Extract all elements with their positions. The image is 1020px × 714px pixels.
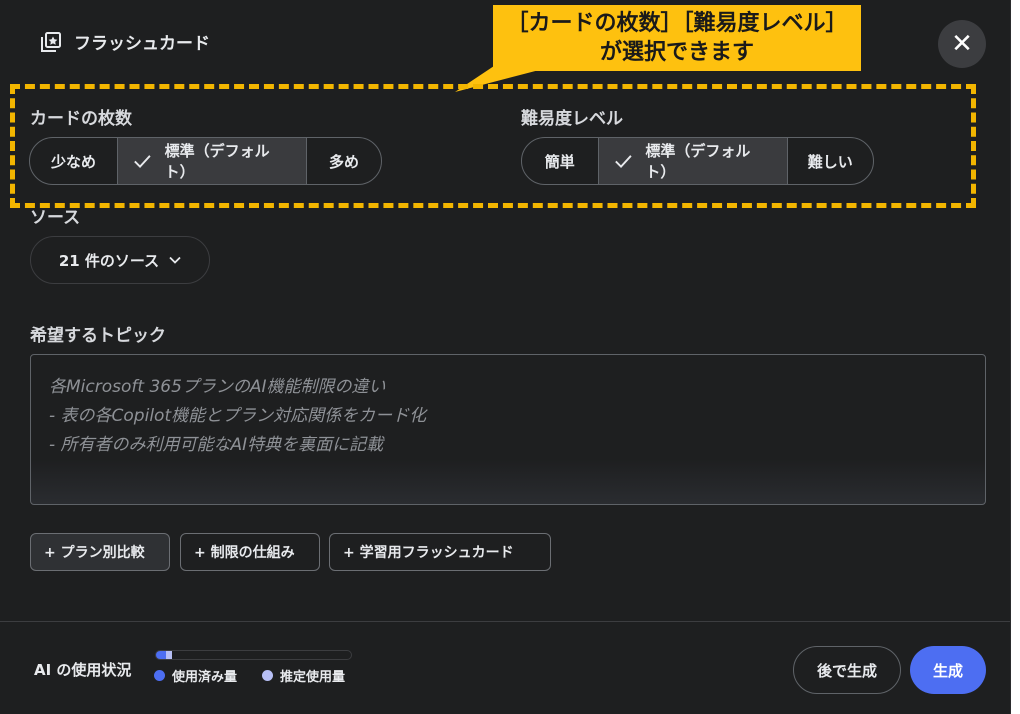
usage-bar [155,650,352,660]
chevron-down-icon [169,256,181,264]
topic-label: 希望するトピック [30,326,166,346]
legend-used: 使用済み量 [154,666,237,685]
placeholder-line: - 表の各Copilot機能とプラン対応関係をカード化 [49,406,427,426]
flashcard-icon [41,31,61,52]
topic-textarea[interactable]: 各Microsoft 365プランのAI機能制限の違い - 表の各Copilot… [30,354,986,505]
usage-estimated-fill [165,651,172,659]
annotation-callout: ［カードの枚数］［難易度レベル］ が選択できます [493,5,861,71]
dialog-footer: AI の使用状況 使用済み量 推定使用量 後で生成 生成 [0,621,1010,714]
generate-later-button[interactable]: 後で生成 [793,646,901,694]
dialog-header: フラッシュカード [40,29,210,54]
sources-count: 21 件のソース [58,251,160,270]
legend-used-label: 使用済み量 [172,670,238,685]
legend-estimated-label: 推定使用量 [280,670,346,685]
annotation-highlight-frame [10,84,976,208]
suggestion-chip-study-flashcards[interactable]: + 学習用フラッシュカード [329,533,551,571]
placeholder-line: 各Microsoft 365プランのAI機能制限の違い [49,377,386,397]
suggestion-chip-limit-mechanism[interactable]: + 制限の仕組み [180,533,320,571]
suggestion-chip-plan-comparison[interactable]: + プラン別比較 [30,533,170,571]
placeholder-line: - 所有者のみ利用可能なAI特典を裏面に記載 [49,435,384,455]
used-dot-icon [154,670,165,681]
usage-label: AI の使用状況 [34,661,132,679]
annotation-line-2: が選択できます [599,40,754,65]
close-icon: ✕ [951,29,973,59]
estimated-dot-icon [262,670,273,681]
usage-used-fill [156,651,166,659]
legend-estimated: 推定使用量 [262,666,345,685]
close-button[interactable]: ✕ [938,20,986,68]
annotation-line-1: ［カードの枚数］［難易度レベル］ [506,11,848,36]
dialog-title: フラッシュカード [74,34,210,54]
generate-button[interactable]: 生成 [910,646,986,694]
sources-dropdown[interactable]: 21 件のソース [30,236,210,284]
